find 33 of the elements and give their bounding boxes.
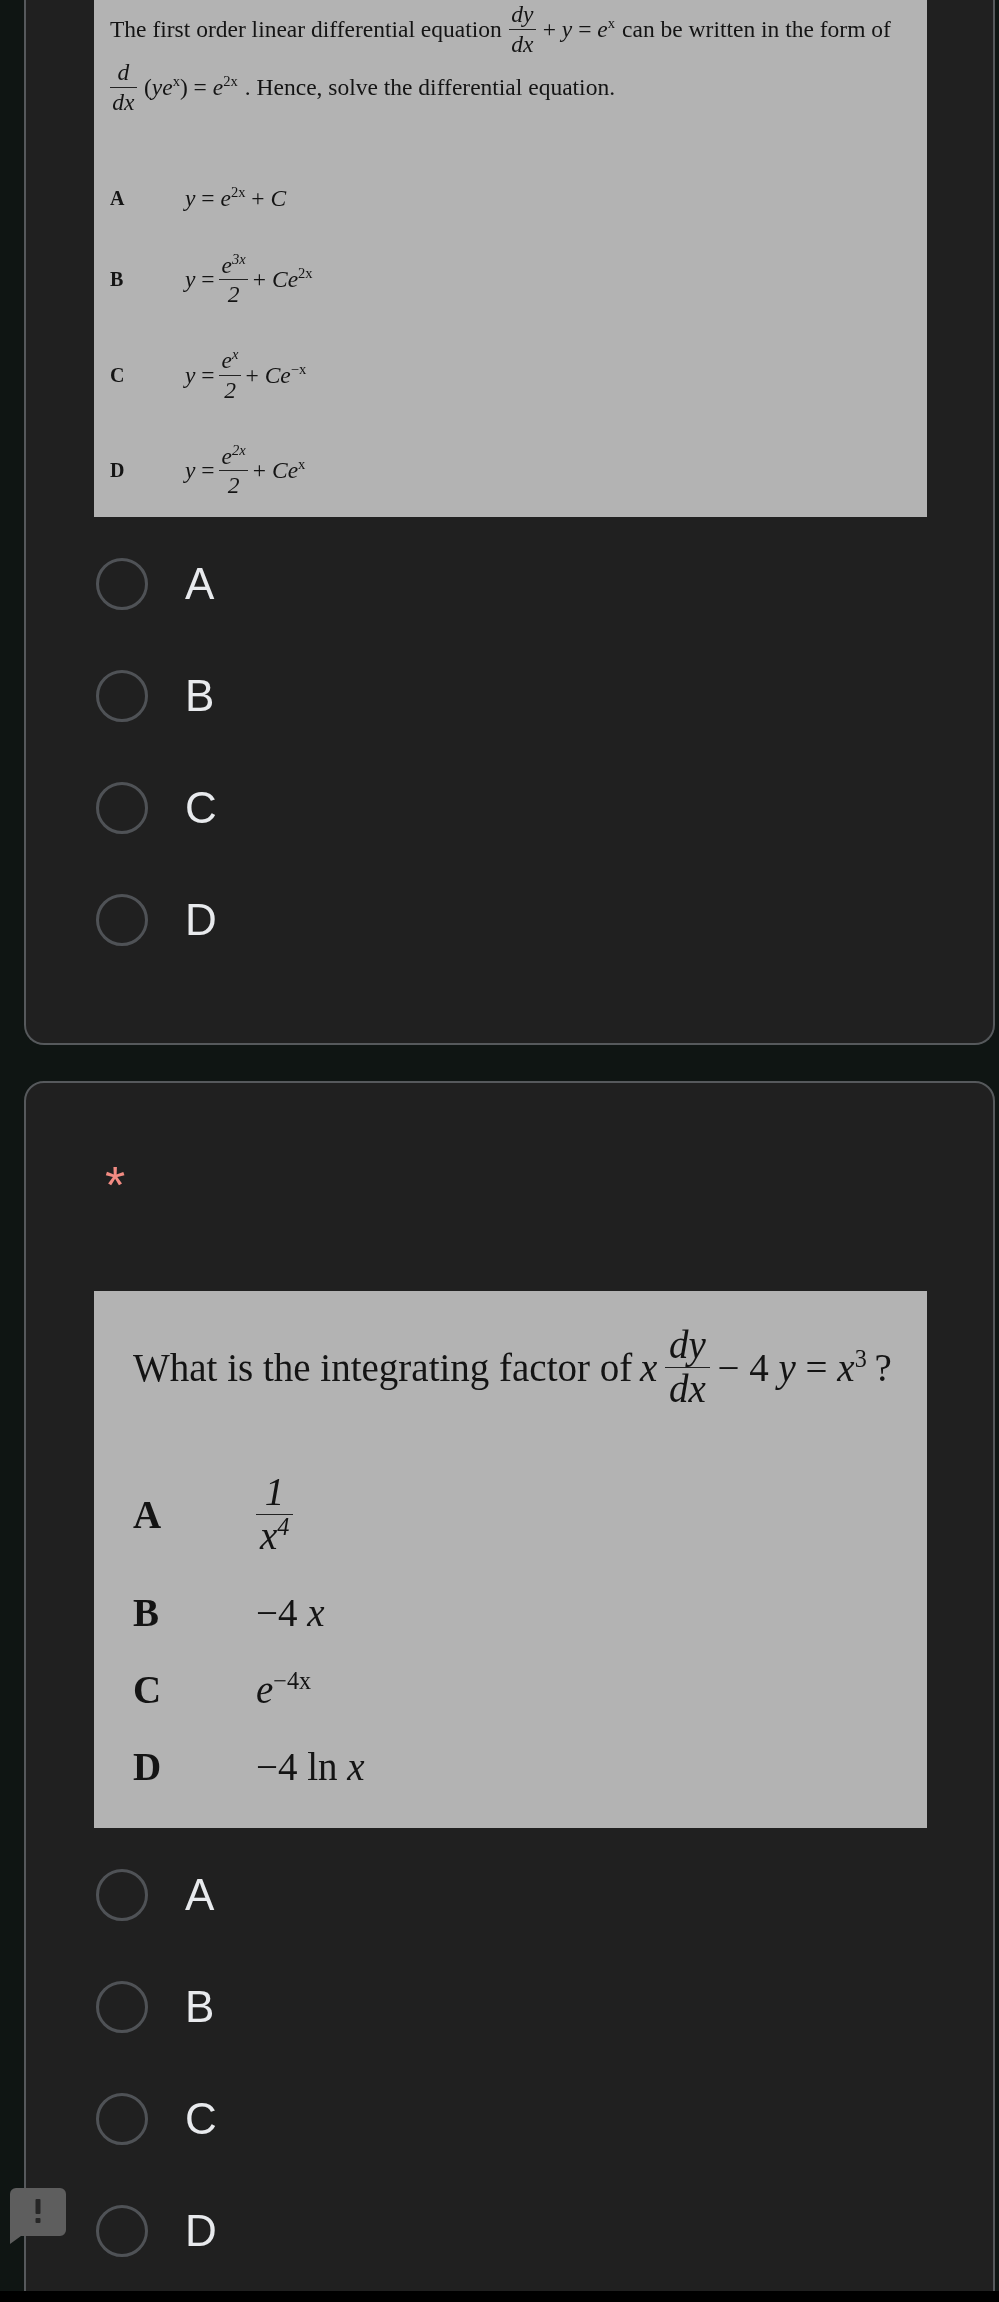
- radio-button[interactable]: [96, 1868, 148, 1921]
- math-expression: e$^{−4x}$: [256, 1666, 312, 1712]
- option-label[interactable]: A: [185, 562, 215, 607]
- radio-button[interactable]: [96, 894, 148, 947]
- radio-button[interactable]: [96, 2204, 148, 2257]
- choice-letter: B: [110, 268, 124, 292]
- alert-bubble-icon[interactable]: [10, 2188, 66, 2244]
- choice-letter: C: [133, 1666, 162, 1712]
- option-label[interactable]: C: [185, 2096, 217, 2141]
- option-label[interactable]: D: [185, 898, 217, 943]
- math-expression: y = e$^{2x}$ + C: [185, 184, 287, 212]
- required-asterisk: *: [105, 1159, 126, 1212]
- math-expression: −4 ln x: [256, 1743, 365, 1789]
- math-expression: −4 x: [256, 1589, 325, 1635]
- radio-button[interactable]: [96, 1980, 148, 2033]
- radio-button[interactable]: [96, 558, 148, 611]
- option-label[interactable]: B: [185, 1984, 215, 2029]
- choice-letter: C: [110, 363, 125, 387]
- option-label[interactable]: A: [185, 1872, 215, 1917]
- choice-letter: B: [133, 1589, 159, 1635]
- math-expression: 1 x$^{4}$: [256, 1471, 294, 1558]
- choice-letter: D: [133, 1743, 162, 1789]
- option-label[interactable]: C: [185, 786, 217, 831]
- choice-letter: A: [133, 1492, 162, 1537]
- option-label[interactable]: D: [185, 2208, 217, 2253]
- choice-letter: D: [110, 458, 125, 482]
- option-label[interactable]: B: [185, 674, 215, 719]
- math-expression: y = e$^{2x}$ 2 + Ce$^{x}$: [185, 441, 306, 500]
- math-expression: y = e$^{3x}$ 2 + Ce$^{2x}$: [185, 251, 313, 309]
- choice-letter: A: [110, 186, 125, 210]
- radio-button[interactable]: [96, 782, 148, 835]
- radio-button[interactable]: [96, 670, 148, 723]
- radio-button[interactable]: [96, 2092, 148, 2145]
